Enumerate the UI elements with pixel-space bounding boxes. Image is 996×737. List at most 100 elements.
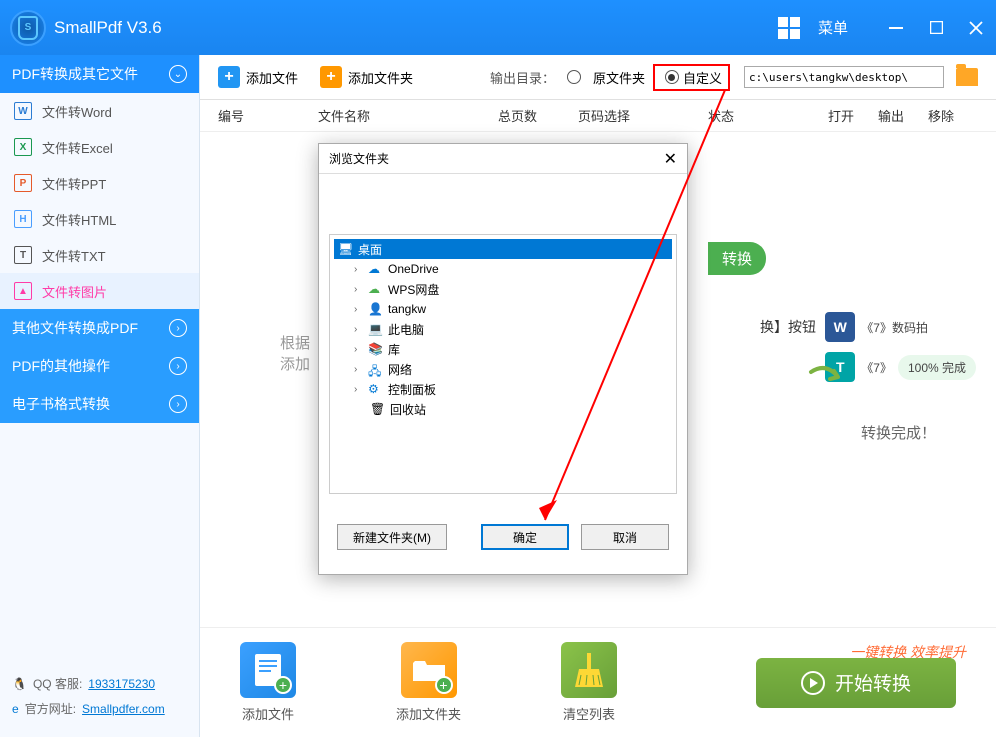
tree-item[interactable]: ›⚙控制面板 bbox=[334, 379, 672, 399]
expander-icon[interactable]: › bbox=[354, 264, 364, 275]
qq-label: QQ 客服: bbox=[33, 675, 82, 692]
tree-label: WPS网盘 bbox=[388, 281, 439, 298]
sidebar-item-excel[interactable]: X文件转Excel bbox=[0, 129, 199, 165]
sidebar-cat-label: PDF转换成其它文件 bbox=[12, 64, 138, 84]
expander-icon[interactable]: › bbox=[354, 324, 364, 335]
word-icon: W bbox=[14, 102, 32, 120]
ok-button[interactable]: 确定 bbox=[481, 524, 569, 550]
image-icon: ▲ bbox=[14, 282, 32, 300]
sidebar-cat-label: 电子书格式转换 bbox=[12, 394, 110, 414]
desktop-icon: 🖥 bbox=[338, 242, 354, 256]
tree-item[interactable]: › ☁ WPS网盘 bbox=[334, 279, 672, 299]
app-title: SmallPdf V3.6 bbox=[54, 18, 778, 38]
sidebar-item-ppt[interactable]: P 文件转PPT bbox=[0, 165, 199, 201]
maximize-button[interactable] bbox=[926, 18, 946, 38]
bottom-bar: + 添加文件 + 添加文件夹 清空列表 一键转换 效率提升 开始转换 bbox=[200, 627, 996, 737]
minimize-button[interactable] bbox=[886, 18, 906, 38]
sidebar-item-txt[interactable]: T 文件转TXT bbox=[0, 237, 199, 273]
th-status: 状态 bbox=[708, 106, 828, 125]
convert-badge: 转换 bbox=[708, 242, 766, 275]
dialog-title: 浏览文件夹 bbox=[329, 150, 389, 167]
new-folder-button[interactable]: 新建文件夹(M) bbox=[337, 524, 447, 550]
bottom-clear-list[interactable]: 清空列表 bbox=[561, 642, 617, 723]
browse-folder-icon[interactable] bbox=[956, 68, 978, 86]
user-icon: 👤 bbox=[368, 302, 384, 316]
txt-icon: T bbox=[14, 246, 32, 264]
recycle-bin-icon: 🗑 bbox=[370, 402, 386, 416]
hint-line: 根据 bbox=[280, 332, 310, 353]
tree-label: 回收站 bbox=[390, 401, 426, 418]
folder-icon: + bbox=[401, 642, 457, 698]
cloud-icon: ☁ bbox=[368, 282, 384, 296]
sidebar-cat-pdf-to-other[interactable]: PDF转换成其它文件 ⌄ bbox=[0, 55, 199, 93]
site-link[interactable]: Smallpdfer.com bbox=[82, 702, 165, 716]
tree-item[interactable]: ›💻此电脑 bbox=[334, 319, 672, 339]
file-name: 《7》 bbox=[861, 359, 892, 376]
tree-label: tangkw bbox=[388, 302, 426, 316]
sidebar-footer: 🐧QQ 客服: 1933175230 e官方网址: Smallpdfer.com bbox=[0, 663, 199, 737]
qq-link[interactable]: 1933175230 bbox=[88, 677, 155, 691]
th-output: 输出 bbox=[878, 106, 928, 125]
tree-item[interactable]: › ☁ OneDrive bbox=[334, 259, 672, 279]
excel-icon: X bbox=[14, 138, 32, 156]
radio-source-folder[interactable] bbox=[567, 70, 581, 84]
bottom-add-file[interactable]: + 添加文件 bbox=[240, 642, 296, 723]
tree-item[interactable]: 🗑 回收站 bbox=[334, 399, 672, 419]
add-file-button[interactable]: +添加文件 bbox=[218, 66, 298, 88]
tagline: 一键转换 效率提升 bbox=[850, 642, 966, 662]
start-convert-button[interactable]: 开始转换 bbox=[756, 658, 956, 708]
tree-item[interactable]: › 👤 tangkw bbox=[334, 299, 672, 319]
add-folder-button[interactable]: +添加文件夹 bbox=[320, 66, 413, 88]
titlebar: S SmallPdf V3.6 菜单 bbox=[0, 0, 996, 55]
th-filename: 文件名称 bbox=[318, 106, 498, 125]
sidebar-cat-pdf-ops[interactable]: PDF的其他操作› bbox=[0, 347, 199, 385]
radio-label: 自定义 bbox=[683, 68, 722, 87]
tree-item[interactable]: ›🖧网络 bbox=[334, 359, 672, 379]
tree-label: 网络 bbox=[388, 361, 412, 378]
qq-icon: 🐧 bbox=[12, 677, 27, 691]
tree-item[interactable]: ›📚库 bbox=[334, 339, 672, 359]
convert-hint: 换】按钮 bbox=[760, 317, 816, 337]
sidebar-item-label: 文件转TXT bbox=[42, 246, 106, 265]
file-icon: + bbox=[240, 642, 296, 698]
bottom-add-folder[interactable]: + 添加文件夹 bbox=[396, 642, 461, 723]
html-icon: H bbox=[14, 210, 32, 228]
chevron-down-icon: ⌄ bbox=[169, 65, 187, 83]
bb-label: 清空列表 bbox=[563, 704, 615, 723]
custom-output-group: 自定义 bbox=[653, 64, 730, 91]
sidebar-item-label: 文件转HTML bbox=[42, 210, 116, 229]
tree-label: OneDrive bbox=[388, 262, 439, 276]
folder-tree[interactable]: 🖥桌面 › ☁ OneDrive › ☁ WPS网盘 › 👤 tangkw ›💻此电脑 ›📚… bbox=[329, 234, 677, 494]
tree-item-desktop[interactable]: 🖥桌面 bbox=[334, 239, 672, 259]
menu-label[interactable]: 菜单 bbox=[818, 17, 848, 38]
tool-label: 添加文件 bbox=[246, 68, 298, 87]
expander-icon[interactable]: › bbox=[354, 344, 364, 355]
cancel-button[interactable]: 取消 bbox=[581, 524, 669, 550]
expander-icon[interactable]: › bbox=[354, 284, 364, 295]
sidebar-item-label: 文件转Word bbox=[42, 102, 112, 121]
ppt-icon: P bbox=[14, 174, 32, 192]
expander-icon[interactable]: › bbox=[354, 304, 364, 315]
output-path-input[interactable] bbox=[744, 66, 944, 88]
close-button[interactable] bbox=[966, 18, 986, 38]
dialog-close-button[interactable]: ✕ bbox=[664, 149, 677, 169]
toolbar: +添加文件 +添加文件夹 输出目录： 原文件夹 自定义 bbox=[200, 55, 996, 100]
app-logo-icon: S bbox=[10, 10, 46, 46]
sidebar-item-word[interactable]: W 文件转Word bbox=[0, 93, 199, 129]
expander-icon[interactable]: › bbox=[354, 364, 364, 375]
menu-grid-icon[interactable] bbox=[778, 17, 800, 39]
expander-icon[interactable]: › bbox=[354, 384, 364, 395]
tool-label: 添加文件夹 bbox=[348, 68, 413, 87]
cloud-icon: ☁ bbox=[368, 262, 384, 276]
chevron-right-icon: › bbox=[169, 357, 187, 375]
sidebar-item-html[interactable]: H 文件转HTML bbox=[0, 201, 199, 237]
th-remove: 移除 bbox=[928, 106, 978, 125]
table-header: 编号 文件名称 总页数 页码选择 状态 打开 输出 移除 bbox=[200, 100, 996, 132]
sidebar-cat-other-to-pdf[interactable]: 其他文件转换成PDF› bbox=[0, 309, 199, 347]
sidebar-cat-ebook[interactable]: 电子书格式转换› bbox=[0, 385, 199, 423]
play-icon bbox=[801, 671, 825, 695]
radio-custom[interactable] bbox=[665, 70, 679, 84]
sidebar-item-image[interactable]: ▲文件转图片 bbox=[0, 273, 199, 309]
sidebar-item-label: 文件转PPT bbox=[42, 174, 106, 193]
th-open: 打开 bbox=[828, 106, 878, 125]
